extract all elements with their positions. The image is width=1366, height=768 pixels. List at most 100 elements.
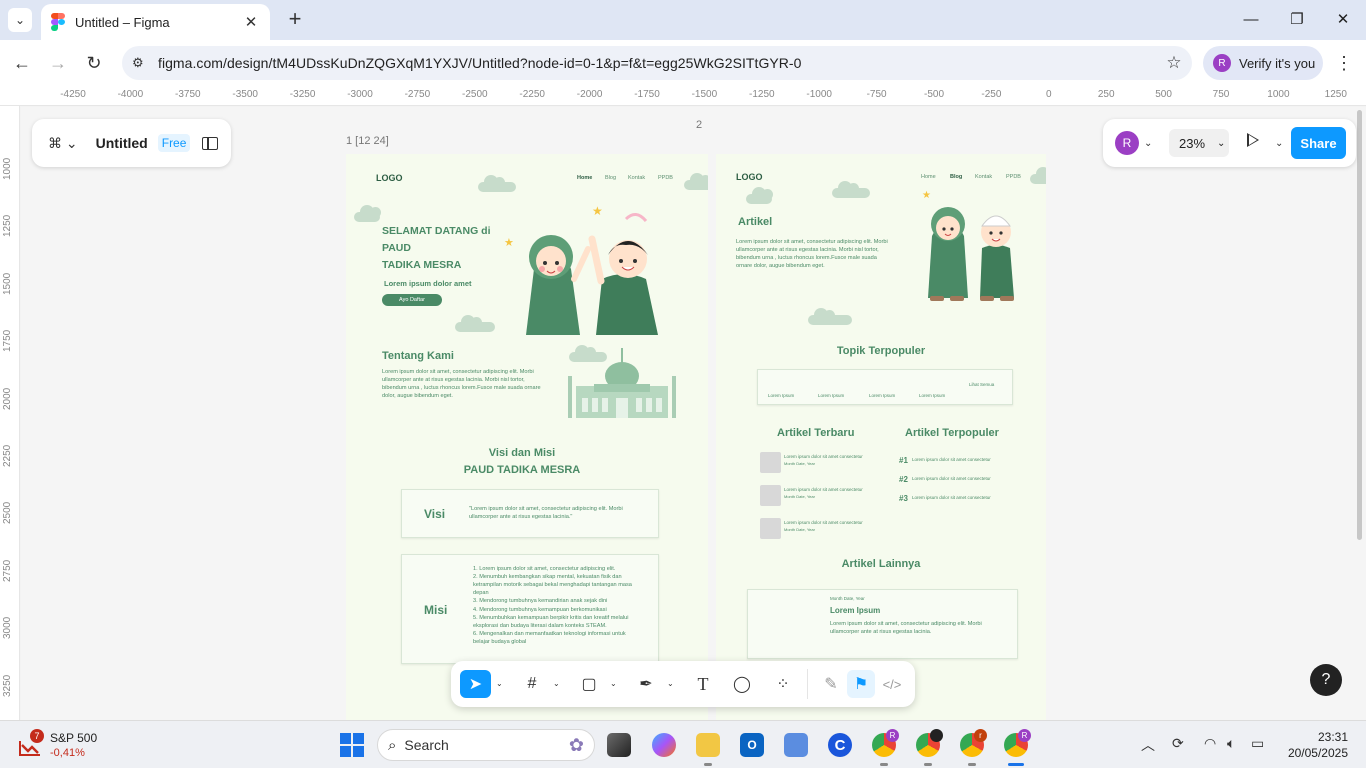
chevron-down-icon[interactable]: ⌄ — [1144, 138, 1152, 149]
wifi-icon[interactable]: ◠ — [1204, 735, 1216, 752]
sidebar-toggle-icon[interactable] — [202, 136, 219, 150]
minimize-button[interactable]: — — [1236, 8, 1266, 32]
about-text: Lorem ipsum dolor sit amet, consectetur … — [382, 369, 541, 400]
copilot-icon[interactable] — [652, 733, 676, 757]
reload-button[interactable]: ↻ — [82, 51, 106, 75]
stock-widget[interactable]: 7 S&P 500 -0,41% — [16, 729, 116, 761]
stock-badge: 7 — [30, 729, 44, 743]
plan-badge[interactable]: Free — [157, 134, 191, 152]
comment-tool-icon[interactable]: ◯ — [728, 670, 756, 698]
restore-button[interactable]: ❐ — [1282, 8, 1312, 32]
rectangle-tool-icon[interactable]: ▢ — [575, 670, 603, 698]
canvas-scrollbar-thumb[interactable] — [1357, 110, 1362, 540]
article-thumbnail — [760, 485, 781, 506]
search-highlight-icon: ✿ — [568, 734, 584, 755]
artikel-text: Lorem ipsum dolor sit amet, consectetur … — [736, 239, 888, 270]
chevron-down-icon[interactable]: ⌄ — [667, 679, 674, 688]
share-button[interactable]: Share — [1291, 127, 1346, 159]
sync-icon[interactable]: ⟳ — [1172, 735, 1184, 752]
frame-2-label[interactable]: 2 — [696, 119, 702, 131]
rank-number: #2 — [899, 475, 908, 484]
tab-title: Untitled – Figma — [75, 14, 170, 30]
verify-profile-button[interactable]: R Verify it's you — [1203, 46, 1323, 80]
hero-heading-line2: PAUD — [382, 242, 411, 254]
misi-item: 2. Menumbuh kembangkan sikap mental, kek… — [473, 574, 632, 597]
terbaru-item-title[interactable]: Lorem ipsum dolor sit amet consectetur — [784, 454, 863, 461]
site-info-icon[interactable]: ⚙ — [132, 55, 152, 71]
taskbar-clock[interactable]: 23:31 20/05/2025 — [1284, 729, 1348, 761]
terbaru-item-date: Month Date, Year — [784, 461, 815, 466]
figma-main-menu-icon[interactable]: ⌘ ⌄ — [48, 135, 78, 152]
chevron-down-icon[interactable]: ⌄ — [1275, 138, 1283, 149]
tab-search-button[interactable]: ⌄ — [8, 8, 32, 32]
frame-tool-icon[interactable]: # — [518, 670, 546, 698]
ruler-tick-label: -3250 — [289, 89, 316, 100]
pen-tool-icon[interactable]: ✒ — [632, 670, 660, 698]
file-name[interactable]: Untitled — [96, 135, 148, 151]
outlook-icon[interactable]: O — [740, 733, 764, 757]
forward-button[interactable]: → — [46, 51, 70, 75]
vision-title-2: PAUD TADIKA MESRA — [463, 464, 581, 476]
ruler-tick-label: -3750 — [175, 89, 201, 100]
frame-2-blogpage[interactable]: LOGO Home Blog Kontak PPDB Artikel Lorem… — [716, 154, 1046, 720]
ruler-tick-label: -1000 — [806, 89, 832, 100]
ruler-tick-label: 3000 — [2, 616, 13, 640]
bookmark-star-icon[interactable]: ☆ — [1156, 53, 1192, 73]
topik-item[interactable]: Lorem Ipsum — [919, 393, 945, 400]
stock-name: S&P 500 — [50, 731, 98, 745]
close-window-button[interactable]: ✕ — [1328, 8, 1358, 32]
present-play-icon[interactable] — [1247, 133, 1259, 147]
ruler-tick-label: -500 — [923, 89, 945, 100]
topik-see-all[interactable]: Lihat Semua — [969, 382, 994, 389]
draw-mode-icon[interactable]: ✎ — [817, 670, 845, 698]
back-button[interactable]: ← — [10, 51, 34, 75]
topik-item[interactable]: Lorem Ipsum — [869, 393, 895, 400]
lainnya-card[interactable]: Month Date, Year Lorem Ipsum Lorem ipsum… — [747, 589, 1018, 659]
topik-item[interactable]: Lorem Ipsum — [818, 393, 844, 400]
volume-icon[interactable]: 🔈︎ — [1227, 735, 1235, 752]
chevron-down-icon[interactable]: ⌄ — [610, 679, 617, 688]
article-thumbnail — [760, 518, 781, 539]
terbaru-item-title[interactable]: Lorem ipsum dolor sit amet consectetur — [784, 487, 863, 494]
topik-title: Topik Terpopuler — [836, 345, 926, 357]
tray-overflow-icon[interactable]: ︿ — [1141, 735, 1155, 755]
cloud-shape — [478, 175, 516, 192]
hero-register-button[interactable]: Ayo Daftar — [382, 294, 442, 306]
terbaru-item-title[interactable]: Lorem ipsum dolor sit amet consectetur — [784, 520, 863, 527]
move-tool-icon[interactable]: ➤ — [460, 670, 491, 698]
vision-title-1: Visi dan Misi — [488, 447, 556, 459]
search-icon: ⌕ — [388, 736, 397, 754]
terpopuler-item-title[interactable]: Lorem ipsum dolor sit amet consectetur — [912, 495, 991, 502]
help-button[interactable]: ? — [1310, 664, 1342, 696]
cloud-shape — [746, 187, 773, 204]
topik-item[interactable]: Lorem Ipsum — [768, 393, 794, 400]
design-canvas[interactable]: 1 [12 24] 2 LOGO Home Blog Kontak PPDB S… — [21, 107, 1356, 720]
windows-start-icon[interactable] — [340, 733, 364, 757]
user-avatar[interactable]: R — [1115, 131, 1139, 155]
terpopuler-item-title[interactable]: Lorem ipsum dolor sit amet consectetur — [912, 476, 991, 483]
dev-mode-icon[interactable]: </> — [878, 670, 906, 698]
file-explorer-icon[interactable] — [696, 733, 720, 757]
terpopuler-item-title[interactable]: Lorem ipsum dolor sit amet consectetur — [912, 457, 991, 464]
new-tab-button[interactable]: + — [283, 8, 307, 32]
zoom-dropdown[interactable]: 23% ⌄ — [1169, 129, 1229, 157]
app-c-icon[interactable]: C — [828, 733, 852, 757]
frame2-nav-blog: Blog — [950, 174, 963, 180]
browser-tab-active[interactable]: Untitled – Figma ✕ — [41, 4, 270, 40]
frame-1-label[interactable]: 1 [12 24] — [346, 135, 389, 147]
resources-tool-icon[interactable]: ⁘ — [769, 670, 797, 698]
terpopuler-title: Artikel Terpopuler — [905, 427, 999, 439]
battery-icon[interactable]: ▭ — [1251, 735, 1264, 752]
text-tool-icon[interactable]: T — [689, 670, 717, 698]
browser-menu-icon[interactable]: ⋮ — [1332, 51, 1356, 75]
visi-card: Visi "Lorem ipsum dolor sit amet, consec… — [401, 489, 659, 538]
task-view-icon[interactable] — [607, 733, 631, 757]
store-icon[interactable] — [784, 733, 808, 757]
chevron-down-icon[interactable]: ⌄ — [553, 679, 560, 688]
design-mode-icon[interactable]: ⚑ — [847, 670, 875, 698]
frame-1-homepage[interactable]: LOGO Home Blog Kontak PPDB SELAMAT DATAN… — [346, 154, 708, 720]
chevron-down-icon[interactable]: ⌄ — [496, 679, 503, 688]
close-tab-icon[interactable]: ✕ — [242, 13, 260, 31]
taskbar-search[interactable]: ⌕ Search ✿ — [377, 729, 595, 761]
address-bar[interactable]: ⚙ figma.com/design/tM4UDssKuDnZQGXqM1YXJ… — [122, 46, 1192, 80]
